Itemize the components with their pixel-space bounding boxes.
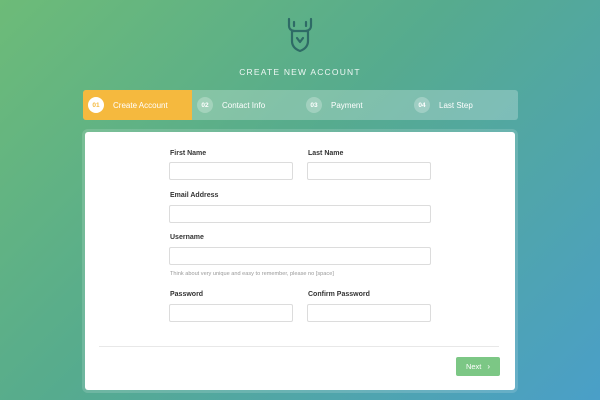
step-number: 02 [197, 97, 213, 113]
first-name-label: First Name [170, 150, 207, 157]
confirm-password-field[interactable] [307, 304, 431, 322]
form-card: First Name Last Name Email Address Usern… [85, 132, 515, 390]
confirm-password-label: Confirm Password [308, 291, 370, 298]
last-name-label: Last Name [308, 150, 344, 157]
step-contact-info[interactable]: 02 Contact Info [192, 90, 301, 120]
step-label: Last Step [439, 100, 473, 110]
first-name-field[interactable] [169, 162, 293, 180]
divider [99, 346, 499, 347]
step-number: 01 [88, 97, 104, 113]
username-hint: Think about very unique and easy to reme… [170, 271, 334, 277]
password-label: Password [170, 291, 204, 298]
step-label: Payment [331, 100, 363, 110]
chevron-right-icon: › [487, 362, 491, 371]
page-title: CREATE NEW ACCOUNT [239, 67, 361, 77]
email-field[interactable] [169, 205, 431, 223]
last-name-field[interactable] [307, 162, 431, 180]
username-field[interactable] [169, 247, 431, 265]
step-number: 04 [414, 97, 430, 113]
email-label: Email Address [170, 192, 219, 199]
deer-antler-icon [287, 17, 313, 53]
password-field[interactable] [169, 304, 293, 322]
step-label: Create Account [113, 100, 168, 110]
step-create-account[interactable]: 01 Create Account [83, 90, 192, 120]
next-button-label: Next [465, 362, 482, 371]
step-number: 03 [306, 97, 322, 113]
next-button[interactable]: Next › [456, 357, 500, 376]
username-label: Username [170, 234, 204, 241]
step-payment[interactable]: 03 Payment [301, 90, 410, 120]
progress-steps: 01 Create Account 02 Contact Info 03 Pay… [83, 90, 518, 120]
step-label: Contact Info [222, 100, 266, 110]
step-last-step[interactable]: 04 Last Step [409, 90, 518, 120]
